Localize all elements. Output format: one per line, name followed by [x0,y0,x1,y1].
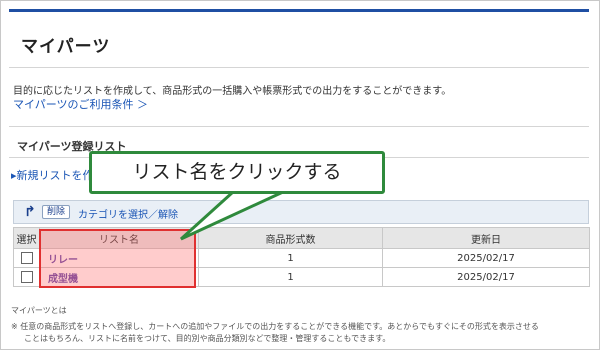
divider [9,67,589,68]
select-cell [13,248,40,268]
column-header-select: 選択 [13,227,40,249]
column-header-format-count[interactable]: 商品形式数 [198,227,383,249]
delete-button[interactable]: 削除 [42,205,71,219]
column-header-list-name[interactable]: リスト名 [39,227,199,249]
bulk-action-arrow-icon: ↱ [24,204,36,220]
row-checkbox[interactable] [20,252,33,264]
table-row: 成型機 1 2025/02/17 [13,267,590,287]
terms-link[interactable]: マイパーツのご利用条件 ＞ [13,96,148,112]
updated-date-cell: 2025/02/17 [382,248,590,268]
format-count-cell: 1 [198,248,383,268]
table-header-row: 選択 リスト名 商品形式数 更新日 [13,227,590,249]
list-name-link[interactable]: リレー [48,255,78,266]
updated-date-cell: 2025/02/17 [382,267,590,287]
row-checkbox[interactable] [20,271,33,283]
list-name-cell: リレー [39,248,199,268]
page-title: マイパーツ [21,37,111,57]
list-name-link[interactable]: 成型機 [48,274,78,285]
page-frame: マイパーツ 目的に応じたリストを作成して、商品形式の一括購入や帳票形式での出力を… [0,0,600,350]
instruction-callout: リスト名をクリックする [89,151,385,194]
column-header-updated[interactable]: 更新日 [382,227,590,249]
format-count-cell: 1 [198,267,383,287]
footer-note-line: ※ 任意の商品形式をリストへ登録し、カートへの追加やファイルでの出力をすることが… [11,322,539,331]
footer-about-heading: マイパーツとは [11,306,67,315]
page-description: 目的に応じたリストを作成して、商品形式の一括購入や帳票形式での出力をすることがで… [13,86,452,97]
category-select-link[interactable]: カテゴリを選択／解除 [78,206,178,221]
table-row: リレー 1 2025/02/17 [13,248,590,268]
new-list-link[interactable]: ▸新規リストを作 [11,167,94,183]
parts-list-table: 選択 リスト名 商品形式数 更新日 リレー 1 2025/02/17 成型機 1… [13,227,590,287]
divider [9,126,589,127]
list-name-cell: 成型機 [39,267,199,287]
footer-note-line: ことはもちろん、リストに名前をつけて、目的別や商品分類別などで整理・管理すること… [24,334,391,343]
list-toolbar: ↱ 削除 カテゴリを選択／解除 [13,200,589,224]
select-cell [13,267,40,287]
header-accent-line [9,9,589,12]
